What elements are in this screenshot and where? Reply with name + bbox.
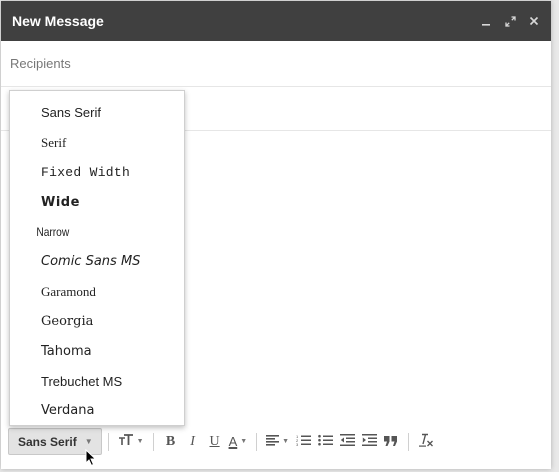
close-icon[interactable] [527, 14, 541, 28]
minimize-icon[interactable] [479, 14, 493, 28]
window-controls [479, 14, 541, 28]
font-option-garamond[interactable]: Garamond [10, 277, 184, 307]
compose-titlebar[interactable]: New Message [1, 1, 551, 41]
font-option-trebuchet-ms[interactable]: Trebuchet MS [10, 366, 184, 396]
toolbar-divider [107, 432, 109, 451]
font-family-dropdown-menu: Sans Serif Serif Fixed Width Wide Narrow… [9, 90, 185, 426]
bulleted-list-icon [317, 434, 333, 449]
numbered-list-button[interactable]: 1 2 3 [292, 430, 314, 454]
formatting-toolbar: Sans Serif ▼ ▼ B I U A ▼ ▼ 1 2 3 [8, 425, 437, 458]
font-option-comic-sans-ms[interactable]: Comic Sans MS [10, 247, 184, 277]
font-option-georgia[interactable]: Georgia [10, 307, 184, 337]
compose-title: New Message [12, 13, 104, 29]
font-option-serif[interactable]: Serif [10, 128, 184, 158]
toolbar-divider [408, 432, 410, 451]
indent-more-button[interactable] [358, 430, 380, 454]
underline-button[interactable]: U [204, 430, 226, 454]
bold-button[interactable]: B [160, 430, 182, 454]
indent-less-icon [339, 434, 355, 449]
recipients-placeholder: Recipients [10, 56, 71, 71]
chevron-down-icon: ▼ [84, 437, 93, 446]
font-option-sans-serif[interactable]: Sans Serif [10, 98, 184, 128]
font-option-verdana[interactable]: Verdana [10, 396, 184, 426]
toolbar-divider [256, 432, 258, 451]
toolbar-divider [152, 432, 154, 451]
recipients-field[interactable]: Recipients [1, 41, 551, 87]
italic-button[interactable]: I [182, 430, 204, 454]
remove-formatting-button[interactable] [415, 430, 437, 454]
font-option-tahoma[interactable]: Tahoma [10, 336, 184, 366]
text-color-button[interactable]: A ▼ [226, 430, 251, 454]
font-option-wide[interactable]: Wide [10, 187, 184, 217]
popout-icon[interactable] [503, 14, 517, 28]
align-left-icon [266, 434, 280, 449]
numbered-list-icon: 1 2 3 [296, 434, 311, 449]
font-option-narrow[interactable]: Narrow [10, 217, 158, 247]
indent-more-icon [361, 434, 377, 449]
chevron-down-icon: ▼ [136, 438, 144, 445]
text-color-label: A [228, 434, 238, 449]
quote-button[interactable] [380, 430, 402, 454]
quote-icon [384, 434, 398, 449]
chevron-down-icon: ▼ [282, 438, 290, 445]
remove-formatting-icon [418, 433, 434, 450]
bulleted-list-button[interactable] [314, 430, 336, 454]
font-option-fixed-width[interactable]: Fixed Width [10, 158, 184, 188]
font-size-button[interactable]: ▼ [115, 430, 147, 454]
indent-less-button[interactable] [336, 430, 358, 454]
font-select-label: Sans Serif [18, 434, 77, 449]
align-button[interactable]: ▼ [263, 430, 292, 454]
text-size-icon [118, 434, 134, 449]
chevron-down-icon: ▼ [240, 438, 248, 445]
svg-text:3: 3 [296, 442, 299, 446]
